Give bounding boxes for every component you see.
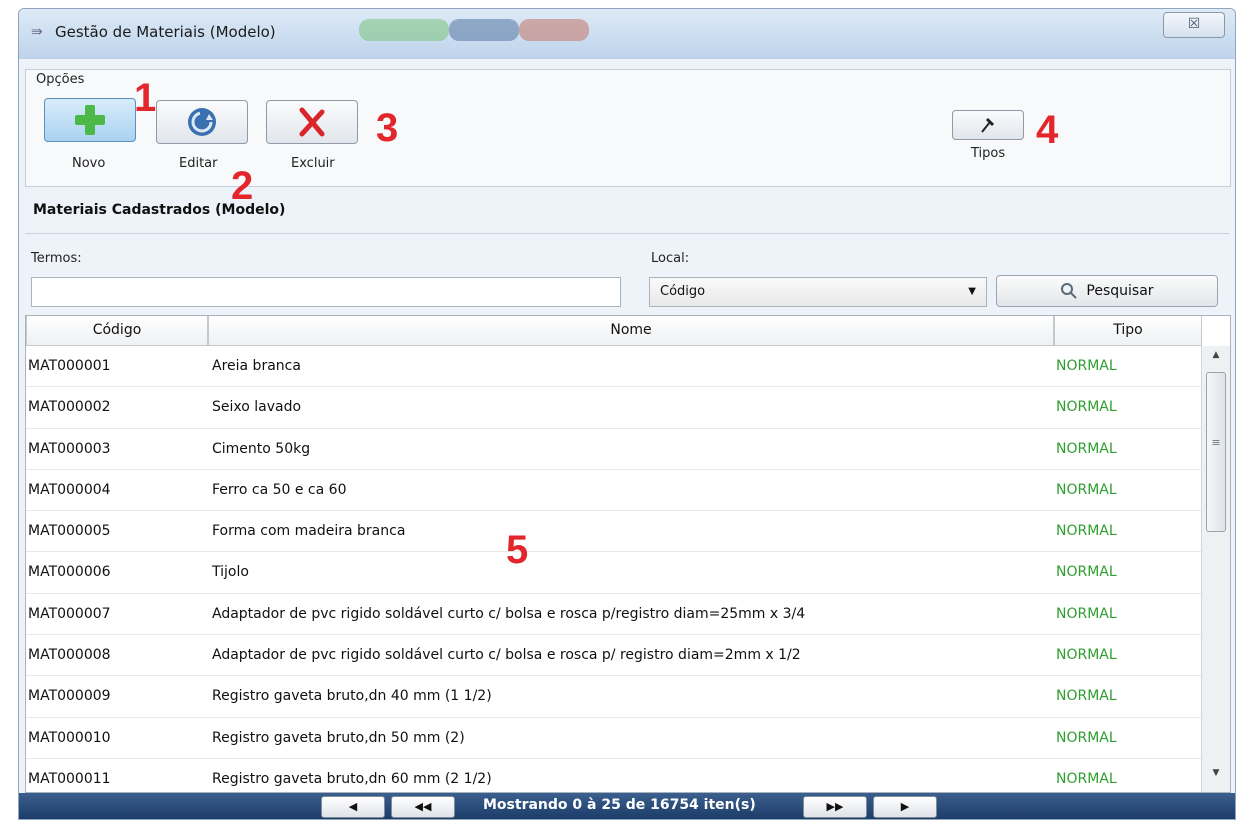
cell-codigo: MAT000011 bbox=[28, 770, 111, 787]
titlebar-blur bbox=[519, 19, 589, 41]
novo-label: Novo bbox=[72, 156, 106, 171]
grid-header: Código Nome Tipo bbox=[26, 316, 1202, 346]
cell-nome: Seixo lavado bbox=[212, 399, 302, 416]
cell-nome: Forma com madeira branca bbox=[212, 523, 406, 540]
table-row[interactable]: MAT000011 Registro gaveta bruto,dn 60 mm … bbox=[26, 759, 1202, 792]
editar-label: Editar bbox=[179, 156, 218, 171]
table-row[interactable]: MAT000005 Forma com madeira branca NORMAL bbox=[26, 511, 1202, 553]
cell-tipo: NORMAL bbox=[1056, 358, 1117, 374]
app-icon: ⇛ bbox=[31, 24, 43, 40]
tipos-label: Tipos bbox=[971, 146, 1006, 161]
section-divider bbox=[25, 233, 1229, 234]
section-title: Materiais Cadastrados (Modelo) bbox=[33, 202, 286, 218]
cell-nome: Registro gaveta bruto,dn 40 mm (1 1/2) bbox=[212, 688, 492, 705]
cell-codigo: MAT000001 bbox=[28, 358, 111, 374]
cell-codigo: MAT000009 bbox=[28, 688, 111, 705]
editar-button[interactable] bbox=[156, 100, 248, 144]
close-button[interactable]: ☒ bbox=[1163, 12, 1225, 38]
column-header-nome[interactable]: Nome bbox=[208, 316, 1054, 346]
table-row[interactable]: MAT000004 Ferro ca 50 e ca 60 NORMAL bbox=[26, 470, 1202, 512]
tipos-button[interactable] bbox=[952, 110, 1024, 140]
pesquisar-label: Pesquisar bbox=[1086, 283, 1154, 299]
pagination-bar: ◀ ◀◀ Mostrando 0 à 25 de 16754 iten(s) ▶… bbox=[19, 793, 1235, 819]
local-select-value: Código bbox=[660, 284, 706, 299]
column-header-tipo[interactable]: Tipo bbox=[1054, 316, 1202, 346]
table-row[interactable]: MAT000007 Adaptador de pvc rigido soldáve… bbox=[26, 594, 1202, 636]
cell-codigo: MAT000003 bbox=[28, 440, 111, 457]
cell-tipo: NORMAL bbox=[1056, 399, 1117, 416]
cell-nome: Adaptador de pvc rigido soldável curto c… bbox=[212, 605, 806, 622]
excluir-button[interactable] bbox=[266, 100, 358, 144]
local-select[interactable]: Código ▼ bbox=[649, 277, 987, 307]
annotation-5: 5 bbox=[506, 528, 529, 572]
paging-status: Mostrando 0 à 25 de 16754 iten(s) bbox=[483, 797, 756, 813]
cell-nome: Registro gaveta bruto,dn 60 mm (2 1/2) bbox=[212, 770, 492, 787]
options-group: Opções Novo Editar Excluir Tipos 1 2 3 4 bbox=[25, 69, 1231, 206]
scroll-up-arrow-icon[interactable]: ▲ bbox=[1202, 350, 1230, 370]
close-icon: ☒ bbox=[1187, 16, 1201, 32]
table-row[interactable]: MAT000008 Adaptador de pvc rigido soldáve… bbox=[26, 635, 1202, 677]
last-page-button[interactable]: ▶▶ bbox=[803, 796, 867, 818]
titlebar-blur bbox=[449, 19, 519, 41]
refresh-icon bbox=[188, 108, 216, 136]
cell-tipo: NORMAL bbox=[1056, 688, 1117, 705]
scroll-down-arrow-icon[interactable]: ▼ bbox=[1202, 768, 1230, 788]
delete-x-icon bbox=[299, 107, 325, 137]
table-row[interactable]: MAT000003 Cimento 50kg NORMAL bbox=[26, 429, 1202, 470]
cell-tipo: NORMAL bbox=[1056, 523, 1117, 540]
cell-tipo: NORMAL bbox=[1056, 729, 1117, 746]
table-row[interactable]: MAT000002 Seixo lavado NORMAL bbox=[26, 387, 1202, 429]
novo-button[interactable] bbox=[44, 98, 136, 142]
grid-rows: MAT000001 Areia branca NORMAL MAT000002 Sei… bbox=[26, 346, 1202, 792]
titlebar-blur bbox=[359, 19, 449, 41]
excluir-label: Excluir bbox=[291, 156, 335, 171]
cell-nome: Tijolo bbox=[212, 564, 249, 581]
cell-tipo: NORMAL bbox=[1056, 770, 1117, 787]
cell-tipo: NORMAL bbox=[1056, 440, 1117, 457]
materials-grid: Código Nome Tipo MAT000001 Areia branca NO… bbox=[25, 315, 1231, 793]
cell-codigo: MAT000010 bbox=[28, 729, 111, 746]
table-row[interactable]: MAT000001 Areia branca NORMAL bbox=[26, 346, 1202, 388]
cell-nome: Ferro ca 50 e ca 60 bbox=[212, 481, 347, 498]
column-header-codigo[interactable]: Código bbox=[26, 316, 208, 346]
table-row[interactable]: MAT000010 Registro gaveta bruto,dn 50 mm … bbox=[26, 718, 1202, 759]
cell-tipo: NORMAL bbox=[1056, 564, 1117, 581]
termos-label: Termos: bbox=[31, 251, 82, 266]
cell-tipo: NORMAL bbox=[1056, 481, 1117, 498]
cell-nome: Areia branca bbox=[212, 358, 301, 374]
annotation-2: 2 bbox=[231, 164, 254, 208]
cell-codigo: MAT000002 bbox=[28, 399, 111, 416]
local-label: Local: bbox=[651, 251, 690, 266]
scroll-thumb[interactable]: ≡ bbox=[1206, 372, 1226, 532]
cell-codigo: MAT000008 bbox=[28, 647, 111, 664]
chevron-down-icon: ▼ bbox=[968, 286, 976, 297]
hammer-icon bbox=[981, 117, 995, 133]
table-row[interactable]: MAT000009 Registro gaveta bruto,dn 40 mm … bbox=[26, 676, 1202, 718]
prev-page-button[interactable]: ◀ bbox=[321, 796, 385, 818]
app-window: ⇛ Gestão de Materiais (Modelo) ☒ Opções … bbox=[18, 8, 1236, 820]
cell-tipo: NORMAL bbox=[1056, 647, 1117, 664]
window-title: Gestão de Materiais (Modelo) bbox=[55, 23, 276, 41]
plus-icon bbox=[75, 105, 105, 135]
vertical-scrollbar[interactable]: ▲ ≡ ▼ bbox=[1201, 346, 1230, 792]
cell-codigo: MAT000007 bbox=[28, 605, 111, 622]
options-group-label: Opções bbox=[34, 72, 87, 87]
annotation-1: 1 bbox=[134, 76, 157, 120]
cell-tipo: NORMAL bbox=[1056, 605, 1117, 622]
cell-nome: Cimento 50kg bbox=[212, 440, 311, 457]
cell-codigo: MAT000004 bbox=[28, 481, 111, 498]
next-page-button[interactable]: ▶ bbox=[873, 796, 937, 818]
title-bar: ⇛ Gestão de Materiais (Modelo) ☒ bbox=[19, 9, 1235, 59]
first-page-button[interactable]: ◀◀ bbox=[391, 796, 455, 818]
cell-nome: Adaptador de pvc rigido soldável curto c… bbox=[212, 647, 801, 664]
annotation-4: 4 bbox=[1036, 108, 1059, 152]
pesquisar-button[interactable]: Pesquisar bbox=[996, 275, 1218, 307]
table-row[interactable]: MAT000006 Tijolo NORMAL bbox=[26, 552, 1202, 594]
cell-codigo: MAT000006 bbox=[28, 564, 111, 581]
cell-codigo: MAT000005 bbox=[28, 523, 111, 540]
cell-nome: Registro gaveta bruto,dn 50 mm (2) bbox=[212, 729, 465, 746]
termos-input[interactable] bbox=[31, 277, 621, 307]
annotation-3: 3 bbox=[376, 106, 399, 150]
search-icon bbox=[1061, 283, 1078, 299]
